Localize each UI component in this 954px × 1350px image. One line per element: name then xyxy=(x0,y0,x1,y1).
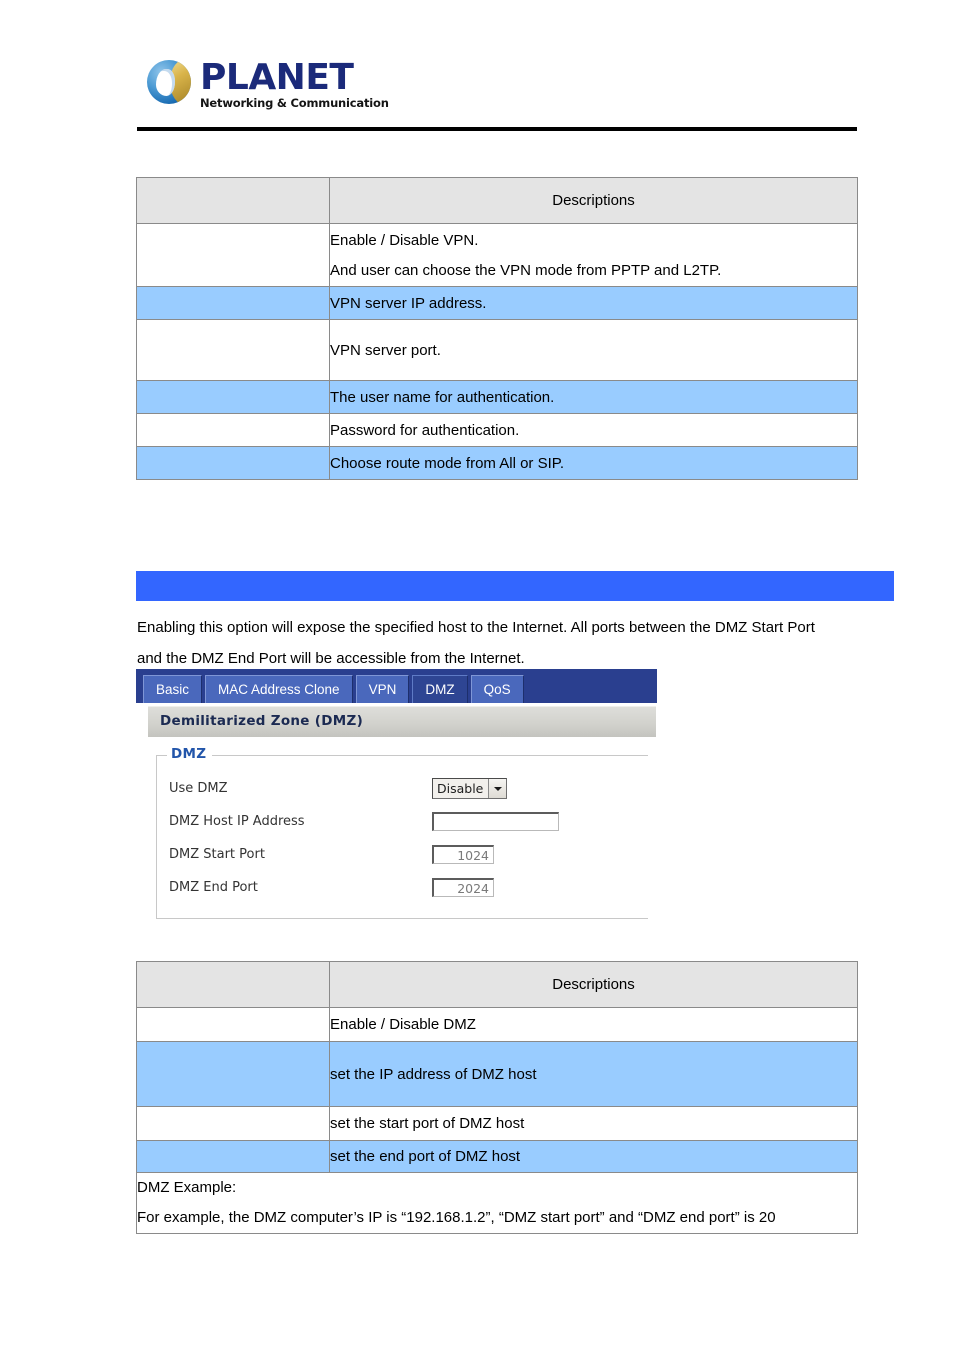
table-row: set the start port of DMZ host xyxy=(136,1106,858,1141)
tab-mac-address-clone[interactable]: MAC Address Clone xyxy=(205,675,353,703)
row-desc-cell: The user name for authentication. xyxy=(329,380,858,414)
table-row: Enable / Disable VPN. And user can choos… xyxy=(136,223,858,287)
table-row: set the end port of DMZ host xyxy=(136,1140,858,1173)
row-name-cell xyxy=(136,1106,330,1141)
table-row-example: DMZ Example: For example, the DMZ comput… xyxy=(136,1172,858,1234)
section-banner-title xyxy=(136,571,894,575)
router-web-ui-screenshot: Basic MAC Address Clone VPN DMZ QoS Demi… xyxy=(136,669,657,937)
column-header-name xyxy=(136,961,330,1008)
row-desc-line: The user name for authentication. xyxy=(330,389,555,406)
paragraph-line: Enabling this option will expose the spe… xyxy=(137,619,815,636)
chevron-down-icon[interactable] xyxy=(488,779,507,798)
row-desc-cell: set the end port of DMZ host xyxy=(329,1140,858,1173)
tab-vpn[interactable]: VPN xyxy=(355,675,410,703)
dmz-start-port-input[interactable] xyxy=(432,845,494,864)
column-header-descriptions-label: Descriptions xyxy=(552,976,635,993)
dmz-descriptions-table: Descriptions Enable / Disable DMZ set th… xyxy=(136,961,858,1234)
tab-bar: Basic MAC Address Clone VPN DMZ QoS xyxy=(136,669,657,703)
section-banner xyxy=(136,571,894,601)
row-desc-cell: set the start port of DMZ host xyxy=(329,1106,858,1141)
table-row: Enable / Disable DMZ xyxy=(136,1007,858,1042)
table-header-row: Descriptions xyxy=(136,177,858,224)
row-name-cell xyxy=(136,413,330,447)
column-header-name xyxy=(136,177,330,224)
row-desc-line: And user can choose the VPN mode from PP… xyxy=(330,262,722,279)
dmz-end-port-input[interactable] xyxy=(432,878,494,897)
row-desc-line: VPN server port. xyxy=(330,342,441,359)
form-row-start-port: DMZ Start Port xyxy=(157,838,648,871)
row-desc-cell: Enable / Disable VPN. And user can choos… xyxy=(329,223,858,287)
dmz-end-port-label: DMZ End Port xyxy=(169,880,258,895)
row-desc-cell: VPN server IP address. xyxy=(329,286,858,320)
form-row-use-dmz: Use DMZ Disable xyxy=(157,772,648,805)
row-desc-cell: Enable / Disable DMZ xyxy=(329,1007,858,1042)
header-divider xyxy=(137,127,857,131)
page-header: PLANET Networking & Communication xyxy=(0,0,954,140)
dmz-host-ip-label: DMZ Host IP Address xyxy=(169,814,305,829)
table-header-row: Descriptions xyxy=(136,961,858,1008)
table-row: Password for authentication. xyxy=(136,413,858,447)
row-desc-cell: VPN server port. xyxy=(329,319,858,381)
row-desc-line: Choose route mode from All or SIP. xyxy=(330,455,565,472)
table-row: The user name for authentication. xyxy=(136,380,858,414)
row-name-cell xyxy=(136,380,330,414)
use-dmz-select[interactable]: Disable xyxy=(432,778,508,799)
planet-globe-face-logo-icon xyxy=(147,60,191,104)
form-row-end-port: DMZ End Port xyxy=(157,871,648,904)
row-desc-cell: set the IP address of DMZ host xyxy=(329,1041,858,1107)
row-desc-cell: Password for authentication. xyxy=(329,413,858,447)
column-header-descriptions: Descriptions xyxy=(329,177,858,224)
table-row: VPN server port. xyxy=(136,319,858,381)
column-header-descriptions-label: Descriptions xyxy=(552,192,635,209)
tab-basic[interactable]: Basic xyxy=(143,675,203,703)
section-paragraph: Enabling this option will expose the spe… xyxy=(137,612,862,674)
use-dmz-selected-value: Disable xyxy=(437,781,484,796)
use-dmz-label: Use DMZ xyxy=(169,781,228,796)
dmz-fieldset-legend: DMZ xyxy=(167,746,213,762)
dmz-fieldset: DMZ Use DMZ Disable DMZ Host IP Address … xyxy=(156,746,648,919)
dmz-form: Use DMZ Disable DMZ Host IP Address DMZ … xyxy=(157,756,648,904)
column-header-descriptions: Descriptions xyxy=(329,961,858,1008)
row-desc-cell: Choose route mode from All or SIP. xyxy=(329,446,858,480)
dmz-example-text: For example, the DMZ computer’s IP is “1… xyxy=(137,1209,776,1226)
dmz-example-cell: DMZ Example: For example, the DMZ comput… xyxy=(136,1172,858,1234)
logo-wordmark: PLANET xyxy=(200,57,354,98)
dmz-start-port-label: DMZ Start Port xyxy=(169,847,265,862)
row-name-cell xyxy=(136,1007,330,1042)
table-row: VPN server IP address. xyxy=(136,286,858,320)
row-name-cell xyxy=(136,286,330,320)
tab-dmz[interactable]: DMZ xyxy=(412,675,468,703)
row-desc-line: Enable / Disable VPN. xyxy=(330,232,479,249)
planet-logo: PLANET Networking & Communication xyxy=(147,60,389,110)
row-name-cell xyxy=(136,1041,330,1107)
row-name-cell xyxy=(136,223,330,287)
table-row: Choose route mode from All or SIP. xyxy=(136,446,858,480)
dmz-example-title: DMZ Example: xyxy=(137,1179,237,1196)
panel-body: DMZ Use DMZ Disable DMZ Host IP Address … xyxy=(148,737,656,937)
row-name-cell xyxy=(136,446,330,480)
form-row-host-ip: DMZ Host IP Address xyxy=(157,805,648,838)
logo-text-block: PLANET Networking & Communication xyxy=(200,57,389,110)
row-desc-line: Password for authentication. xyxy=(330,422,520,439)
panel-title-label: Demilitarized Zone (DMZ) xyxy=(160,713,364,729)
row-desc-line: VPN server IP address. xyxy=(330,295,487,312)
row-name-cell xyxy=(136,319,330,381)
table-row: set the IP address of DMZ host xyxy=(136,1041,858,1107)
dmz-host-ip-input[interactable] xyxy=(432,812,559,831)
row-name-cell xyxy=(136,1140,330,1173)
panel-title-bar: Demilitarized Zone (DMZ) xyxy=(148,706,656,737)
vpn-descriptions-table: Descriptions Enable / Disable VPN. And u… xyxy=(136,177,858,480)
logo-tagline: Networking & Communication xyxy=(200,96,389,110)
tab-qos[interactable]: QoS xyxy=(470,675,524,703)
